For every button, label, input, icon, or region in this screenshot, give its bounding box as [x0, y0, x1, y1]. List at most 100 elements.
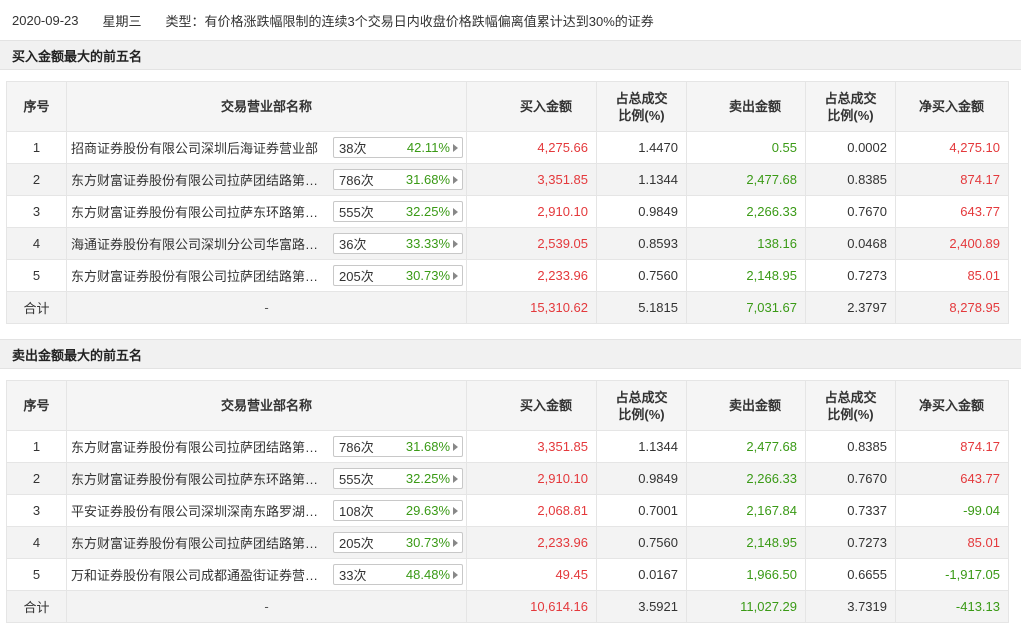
dept-stats-button[interactable]: 205次 30.73%	[333, 532, 463, 553]
sell-amount: 138.16	[686, 227, 806, 260]
sell-ratio: 0.6655	[805, 558, 896, 591]
dept-stats-button[interactable]: 205次 30.73%	[333, 265, 463, 286]
col-buy-amount: 买入金额	[466, 81, 597, 132]
dept-stats-button[interactable]: 786次 31.68%	[333, 436, 463, 457]
trade-date-header: 2020-09-23 星期三 类型：有价格涨跌幅限制的连续3个交易日内收盘价格跌…	[0, 0, 1021, 40]
row-seq: 1	[6, 131, 67, 164]
row-seq: 4	[6, 227, 67, 260]
dept-cell: 招商证券股份有限公司深圳后海证券营业部 38次 42.11%	[66, 131, 467, 164]
sell-amount: 2,148.95	[686, 259, 806, 292]
table-header-row: 序号 交易营业部名称 买入金额 占总成交 比例(%) 卖出金额 占总成交 比例(%)…	[6, 81, 1009, 132]
dept-name-link[interactable]: 东方财富证券股份有限公司拉萨团结路第一证券营业部	[71, 266, 329, 285]
sell-ratio: 0.7670	[805, 462, 896, 495]
win-rate: 48.48%	[405, 567, 450, 582]
dept-name-link[interactable]: 东方财富证券股份有限公司拉萨东环路第二证券营业部	[71, 469, 329, 488]
chevron-right-icon	[453, 143, 458, 152]
net-buy: 85.01	[895, 526, 1009, 559]
dept-cell: 平安证券股份有限公司深圳深南东路罗湖商务中心证券营业部 108次 29.63%	[66, 494, 467, 527]
appearance-count: 786次	[339, 440, 374, 455]
table-row: 5东方财富证券股份有限公司拉萨团结路第一证券营业部 205次 30.73% 2,233…	[6, 259, 1009, 292]
table-row: 3平安证券股份有限公司深圳深南东路罗湖商务中心证券营业部 108次 29.63% 2,…	[6, 494, 1009, 527]
total-buy-amount: 15,310.62	[466, 291, 597, 324]
sell-ratio: 0.7273	[805, 259, 896, 292]
dept-stats-button[interactable]: 786次 31.68%	[333, 169, 463, 190]
total-buy-ratio: 5.1815	[596, 291, 687, 324]
total-dept-placeholder: -	[66, 291, 467, 324]
dept-stats-button[interactable]: 33次 48.48%	[333, 564, 463, 585]
sell-amount: 0.55	[686, 131, 806, 164]
appearance-count: 555次	[339, 472, 374, 487]
trade-date: 2020-09-23	[12, 12, 79, 28]
buy-amount: 2,233.96	[466, 259, 597, 292]
col-net-buy: 净买入金额	[895, 81, 1009, 132]
dept-name-link[interactable]: 东方财富证券股份有限公司拉萨团结路第二证券营业部	[71, 170, 329, 189]
col-seq: 序号	[6, 380, 67, 431]
row-seq: 5	[6, 259, 67, 292]
chevron-right-icon	[453, 474, 458, 483]
win-rate: 30.73%	[405, 268, 450, 283]
appearance-count: 555次	[339, 205, 374, 220]
net-buy: 643.77	[895, 195, 1009, 228]
appearance-count: 36次	[339, 237, 367, 252]
dept-name-link[interactable]: 东方财富证券股份有限公司拉萨东环路第二证券营业部	[71, 202, 329, 221]
col-dept: 交易营业部名称	[66, 81, 467, 132]
buy-amount: 49.45	[466, 558, 597, 591]
win-rate: 31.68%	[405, 172, 450, 187]
chevron-right-icon	[453, 239, 458, 248]
listing-type: 类型：有价格涨跌幅限制的连续3个交易日内收盘价格跌幅偏离值累计达到30%的证券	[165, 13, 654, 29]
chevron-right-icon	[453, 570, 458, 579]
win-rate: 30.73%	[405, 535, 450, 550]
win-rate: 32.25%	[405, 471, 450, 486]
dept-name-link[interactable]: 东方财富证券股份有限公司拉萨团结路第二证券营业部	[71, 437, 329, 456]
buy-ratio: 0.9849	[596, 195, 687, 228]
buy-ratio: 1.4470	[596, 131, 687, 164]
buy-amount: 3,351.85	[466, 430, 597, 463]
sell-ratio: 0.0468	[805, 227, 896, 260]
chevron-right-icon	[453, 506, 458, 515]
buy-ratio: 0.8593	[596, 227, 687, 260]
buy-amount: 4,275.66	[466, 131, 597, 164]
dept-stats-button[interactable]: 555次 32.25%	[333, 201, 463, 222]
total-sell-ratio: 3.7319	[805, 590, 896, 623]
win-rate: 29.63%	[405, 503, 450, 518]
buy-ratio: 0.0167	[596, 558, 687, 591]
sell-top5-table: 序号 交易营业部名称 买入金额 占总成交 比例(%) 卖出金额 占总成交 比例(%)…	[6, 380, 1009, 623]
buy-amount: 2,910.10	[466, 462, 597, 495]
sell-amount: 2,477.68	[686, 430, 806, 463]
sell-ratio: 0.0002	[805, 131, 896, 164]
sell-amount: 2,266.33	[686, 195, 806, 228]
table-row: 1 招商证券股份有限公司深圳后海证券营业部 38次 42.11% 4,275.66 1.4…	[6, 131, 1009, 164]
dept-name-link[interactable]: 招商证券股份有限公司深圳后海证券营业部	[71, 138, 329, 157]
net-buy: -1,917.05	[895, 558, 1009, 591]
total-row: 合计 -15,310.62 5.1815 7,031.67 2.3797 8,278.95	[6, 291, 1009, 324]
dept-name-link[interactable]: 平安证券股份有限公司深圳深南东路罗湖商务中心证券营业部	[71, 501, 329, 520]
dept-cell: 万和证券股份有限公司成都通盈街证券营业部 33次 48.48%	[66, 558, 467, 591]
col-buy-ratio: 占总成交 比例(%)	[596, 81, 687, 132]
dept-name-link[interactable]: 万和证券股份有限公司成都通盈街证券营业部	[71, 565, 329, 584]
dept-stats-button[interactable]: 36次 33.33%	[333, 233, 463, 254]
dept-cell: 东方财富证券股份有限公司拉萨团结路第二证券营业部 786次 31.68%	[66, 430, 467, 463]
dept-name-link[interactable]: 东方财富证券股份有限公司拉萨团结路第一证券营业部	[71, 533, 329, 552]
dept-cell: 东方财富证券股份有限公司拉萨团结路第一证券营业部 205次 30.73%	[66, 259, 467, 292]
dept-stats-button[interactable]: 108次 29.63%	[333, 500, 463, 521]
dept-name-link[interactable]: 海通证券股份有限公司深圳分公司华富路证券营业部	[71, 234, 329, 253]
net-buy: 2,400.89	[895, 227, 1009, 260]
row-seq: 2	[6, 462, 67, 495]
sell-amount: 1,966.50	[686, 558, 806, 591]
net-buy: 874.17	[895, 430, 1009, 463]
row-seq: 1	[6, 430, 67, 463]
table-header-row: 序号 交易营业部名称 买入金额 占总成交 比例(%) 卖出金额 占总成交 比例(%)…	[6, 380, 1009, 431]
win-rate: 42.11%	[406, 140, 450, 155]
table-row: 5 万和证券股份有限公司成都通盈街证券营业部 33次 48.48% 49.45 0.016…	[6, 558, 1009, 591]
table-row: 4海通证券股份有限公司深圳分公司华富路证券营业部 36次 33.33% 2,539.0…	[6, 227, 1009, 260]
dept-cell: 东方财富证券股份有限公司拉萨东环路第二证券营业部 555次 32.25%	[66, 462, 467, 495]
total-dept-placeholder: -	[66, 590, 467, 623]
net-buy: 643.77	[895, 462, 1009, 495]
appearance-count: 205次	[339, 269, 374, 284]
appearance-count: 108次	[339, 504, 374, 519]
table-row: 2东方财富证券股份有限公司拉萨团结路第二证券营业部 786次 31.68% 3,351…	[6, 163, 1009, 196]
sell-amount: 2,266.33	[686, 462, 806, 495]
buy-amount: 2,233.96	[466, 526, 597, 559]
dept-stats-button[interactable]: 38次 42.11%	[333, 137, 463, 158]
dept-stats-button[interactable]: 555次 32.25%	[333, 468, 463, 489]
